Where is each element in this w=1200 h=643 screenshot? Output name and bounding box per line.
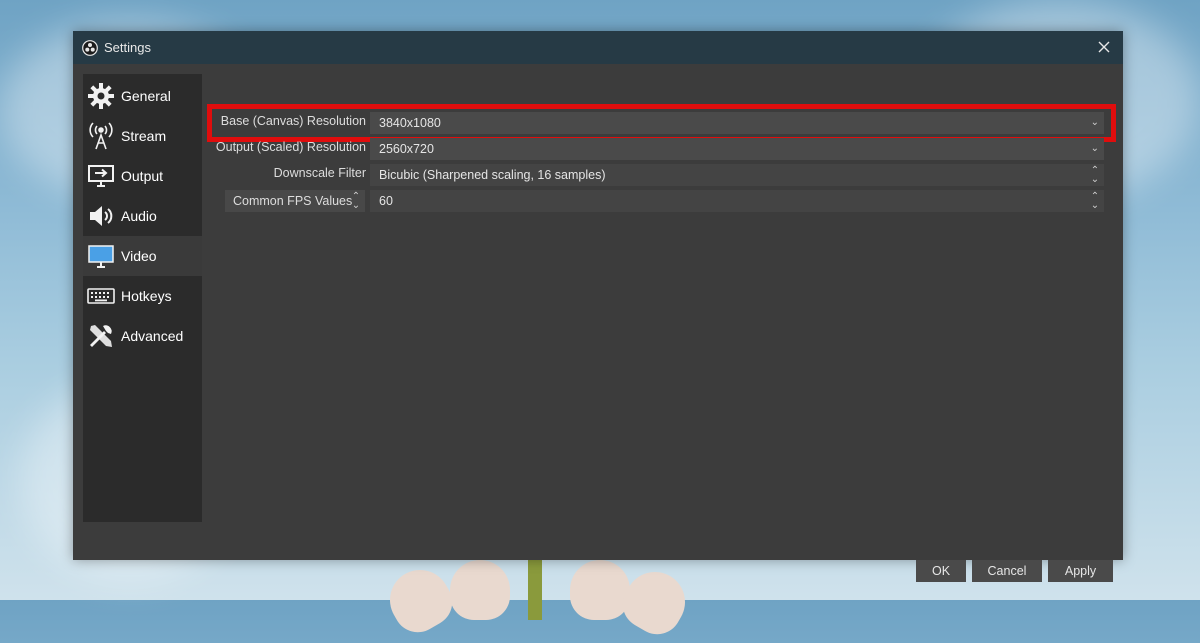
sidebar-item-label: Stream	[121, 128, 167, 144]
ok-button[interactable]: OK	[916, 560, 966, 582]
base-resolution-value: 3840x1080	[379, 116, 441, 130]
sidebar-item-label: Video	[121, 248, 157, 264]
fps-type-label: Common FPS Values	[233, 194, 353, 208]
sidebar-item-video[interactable]: Video	[83, 236, 202, 276]
sidebar-item-advanced[interactable]: Advanced	[83, 316, 202, 356]
base-resolution-label: Base (Canvas) Resolution	[220, 114, 366, 128]
downscale-filter-label: Downscale Filter	[273, 166, 366, 180]
sidebar-item-hotkeys[interactable]: Hotkeys	[83, 276, 202, 316]
output-resolution-field[interactable]: 2560x720 ⌄	[370, 138, 1104, 160]
tools-icon	[86, 321, 116, 351]
sidebar-item-label: Audio	[121, 208, 157, 224]
base-resolution-row: Base (Canvas) Resolution 3840x1080 ⌄	[207, 104, 1116, 142]
gear-icon	[86, 81, 116, 111]
sidebar-item-output[interactable]: Output	[83, 156, 202, 196]
close-button[interactable]	[1093, 37, 1115, 57]
downscale-filter-row: Downscale Filter Bicubic (Sharpened scal…	[213, 164, 1113, 186]
settings-sidebar: General Stream Output Audio Video Hotkey…	[83, 74, 202, 522]
chevron-down-icon: ⌄	[1090, 143, 1099, 154]
downscale-filter-value: Bicubic (Sharpened scaling, 16 samples)	[379, 168, 606, 182]
sidebar-item-label: Hotkeys	[121, 288, 172, 304]
sidebar-item-label: Output	[121, 168, 164, 184]
sidebar-item-label: General	[121, 88, 171, 104]
sidebar-item-audio[interactable]: Audio	[83, 196, 202, 236]
close-icon	[1098, 41, 1110, 53]
obs-logo-icon	[82, 39, 98, 56]
downscale-filter-select[interactable]: Bicubic (Sharpened scaling, 16 samples) …	[370, 164, 1104, 186]
fps-type-select[interactable]: Common FPS Values ⌃ ⌄	[225, 190, 365, 212]
settings-window: Settings General Stream Output Audio Vid…	[73, 31, 1123, 582]
sidebar-item-label: Advanced	[121, 328, 184, 344]
keyboard-icon	[86, 281, 116, 311]
updown-arrows-icon: ⌃ ⌄	[1090, 191, 1100, 211]
broadcast-icon	[86, 121, 116, 151]
output-resolution-label: Output (Scaled) Resolution	[215, 140, 366, 154]
fps-row: Common FPS Values ⌃ ⌄ 60 ⌃ ⌄	[213, 190, 1113, 212]
window-title: Settings	[104, 40, 151, 55]
fps-value: 60	[379, 194, 393, 208]
title-bar: Settings	[73, 31, 1123, 64]
fps-value-select[interactable]: 60 ⌃ ⌄	[370, 190, 1104, 212]
updown-arrows-icon: ⌃ ⌄	[1090, 165, 1100, 185]
updown-arrows-icon: ⌃ ⌄	[351, 191, 361, 211]
speaker-icon	[86, 201, 116, 231]
chevron-down-icon: ⌄	[1090, 117, 1099, 128]
output-resolution-row: Output (Scaled) Resolution 2560x720 ⌄	[213, 138, 1113, 160]
apply-button[interactable]: Apply	[1048, 560, 1113, 582]
background-flower	[379, 559, 696, 643]
monitor-icon	[86, 241, 116, 271]
settings-body: General Stream Output Audio Video Hotkey…	[73, 64, 1123, 582]
cancel-button[interactable]: Cancel	[972, 560, 1042, 582]
monitor-output-icon	[86, 161, 116, 191]
base-resolution-field[interactable]: 3840x1080 ⌄	[370, 112, 1104, 134]
video-settings-panel: Base (Canvas) Resolution 3840x1080 ⌄ Out…	[207, 74, 1116, 522]
output-resolution-value: 2560x720	[379, 142, 434, 156]
sidebar-item-stream[interactable]: Stream	[83, 116, 202, 156]
sidebar-item-general[interactable]: General	[83, 76, 202, 116]
